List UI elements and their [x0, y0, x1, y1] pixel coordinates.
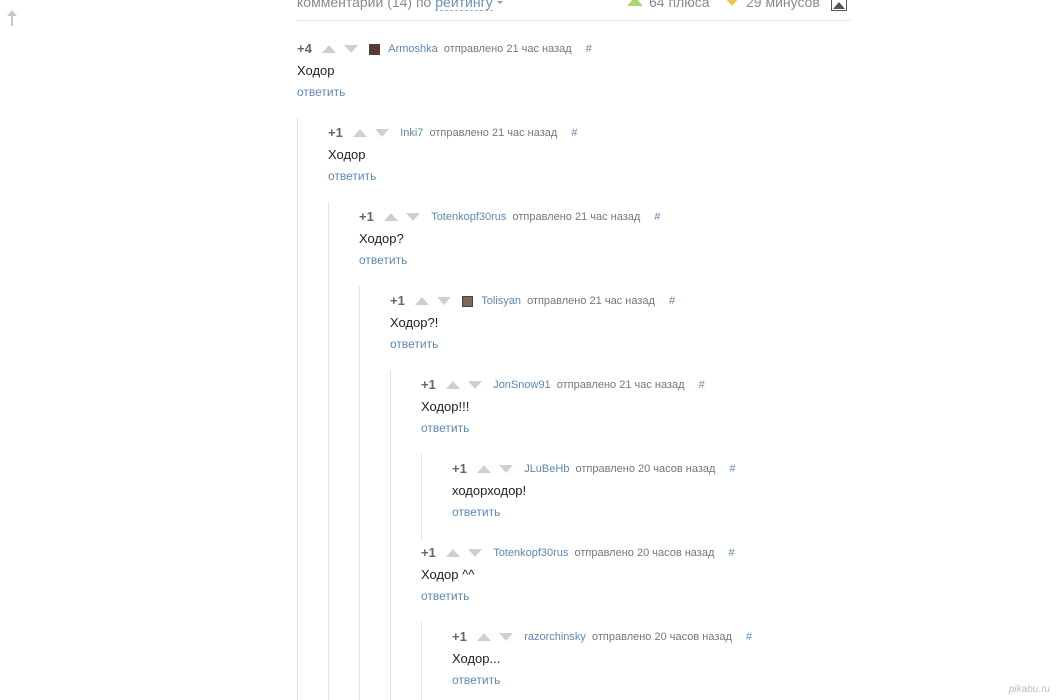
reply-link[interactable]: ответить [452, 672, 752, 688]
reply-link[interactable]: ответить [297, 84, 592, 100]
vote-up-icon[interactable] [415, 297, 430, 306]
comment-permalink[interactable]: # [586, 41, 592, 57]
comment: +1 Inki7 отправлено 21 час назад # Ходор… [328, 125, 578, 184]
minuses-counter: 29 минусов [724, 0, 820, 10]
vote-down-icon[interactable] [468, 381, 483, 390]
comment-timestamp: отправлено 20 часов назад [574, 547, 715, 560]
comment-text: Ходор!!! [421, 399, 470, 414]
comment-rating: +1 [328, 125, 343, 141]
comment-rating: +1 [452, 629, 467, 645]
thread-line [421, 622, 422, 700]
comment-author[interactable]: Inki7 [400, 125, 423, 141]
comment: +1 razorchinsky отправлено 20 часов наза… [452, 629, 752, 688]
comment: +1 JLuBeHb отправлено 20 часов назад # х… [452, 461, 736, 520]
reply-link[interactable]: ответить [421, 420, 705, 436]
reply-link[interactable]: ответить [359, 252, 660, 268]
vote-up-icon[interactable] [477, 465, 492, 474]
comment-timestamp: отправлено 20 часов назад [592, 631, 732, 644]
vote-up-icon[interactable] [353, 129, 368, 138]
comment-timestamp: отправлено 21 час назад [429, 127, 558, 140]
comment-rating: +1 [452, 461, 467, 477]
vote-down-icon[interactable] [499, 465, 514, 474]
comment-timestamp: отправлено 21 час назад [443, 43, 572, 56]
pluses-counter: 64 плюса [627, 0, 710, 10]
reply-link[interactable]: ответить [390, 336, 675, 352]
avatar-icon[interactable] [462, 295, 474, 307]
comment-rating: +1 [390, 293, 405, 309]
vote-down-icon[interactable] [344, 45, 359, 54]
reply-link[interactable]: ответить [421, 588, 735, 604]
arrow-shaft [11, 15, 13, 26]
vote-up-icon[interactable] [446, 549, 461, 558]
minus-triangle-icon [724, 0, 740, 6]
comment: +1 Totenkopf30rus отправлено 20 часов на… [421, 545, 735, 604]
chevron-down-icon[interactable] [496, 1, 503, 4]
comment-author[interactable]: JonSnow91 [493, 377, 551, 393]
pluses-label: 64 плюса [649, 0, 710, 10]
vote-down-icon[interactable] [375, 129, 390, 138]
comment-text: Ходор... [452, 651, 501, 666]
comment-permalink[interactable]: # [746, 629, 752, 645]
reply-link[interactable]: ответить [328, 168, 578, 184]
comment-rating: +4 [297, 41, 312, 57]
vote-down-icon[interactable] [468, 549, 483, 558]
comment-permalink[interactable]: # [669, 293, 675, 309]
comments-sort: комментарии (14) по рейтингу [297, 0, 503, 11]
comment-rating: +1 [421, 377, 436, 393]
comment-timestamp: отправлено 20 часов назад [575, 463, 716, 476]
plus-triangle-icon [627, 0, 643, 6]
comment-text: ходорходор! [452, 483, 527, 498]
comment-permalink[interactable]: # [730, 461, 736, 477]
comment-permalink[interactable]: # [728, 545, 734, 561]
comment-author[interactable]: Armoshka [388, 41, 438, 57]
comment-author[interactable]: JLuBeHb [524, 461, 569, 477]
comment: +4 Armoshka отправлено 21 час назад # Хо… [297, 41, 592, 100]
thread-line [359, 286, 360, 700]
comment: +1 Tolisyan отправлено 21 час назад # Хо… [390, 293, 675, 352]
thread-line [328, 202, 329, 700]
vote-down-icon[interactable] [406, 213, 421, 222]
comment-text: Ходор? [359, 231, 404, 246]
reply-link[interactable]: ответить [452, 504, 736, 520]
comment-text: Ходор?! [390, 315, 439, 330]
comment-permalink[interactable]: # [654, 209, 660, 225]
thread-line [421, 454, 422, 540]
comment-timestamp: отправлено 21 час назад [512, 211, 641, 224]
watermark: pikabu.ru [1008, 684, 1050, 695]
vote-down-icon[interactable] [499, 633, 514, 642]
vote-up-icon[interactable] [446, 381, 461, 390]
comment-rating: +1 [421, 545, 436, 561]
comment-text: Ходор [297, 63, 335, 78]
comment-permalink[interactable]: # [571, 125, 577, 141]
comment-author[interactable]: razorchinsky [524, 629, 586, 645]
comment-timestamp: отправлено 21 час назад [556, 379, 685, 392]
comment-author[interactable]: Totenkopf30rus [431, 209, 506, 225]
minuses-label: 29 минусов [746, 0, 820, 10]
comment-text: Ходор [328, 147, 366, 162]
image-icon[interactable] [831, 0, 847, 11]
comment: +1 JonSnow91 отправлено 21 час назад # Х… [421, 377, 705, 436]
vote-up-icon[interactable] [322, 45, 337, 54]
thread-line [297, 118, 298, 700]
scroll-top-arrow-icon[interactable] [7, 10, 17, 26]
vote-down-icon[interactable] [437, 297, 452, 306]
comment-author[interactable]: Tolisyan [481, 293, 521, 309]
comment-author[interactable]: Totenkopf30rus [493, 545, 568, 561]
comments-header: комментарии (14) по рейтингу 64 плюса 29… [297, 0, 851, 21]
comment-text: Ходор ^^ [421, 567, 475, 582]
vote-up-icon[interactable] [477, 633, 492, 642]
thread-line [390, 370, 391, 700]
sort-dropdown[interactable]: рейтингу [435, 0, 493, 11]
comment-timestamp: отправлено 21 час назад [527, 295, 655, 308]
comment-rating: +1 [359, 209, 374, 225]
comment: +1 Totenkopf30rus отправлено 21 час наза… [359, 209, 660, 268]
comments-count-label: комментарии (14) по [297, 0, 432, 10]
comment-permalink[interactable]: # [699, 377, 705, 393]
vote-up-icon[interactable] [384, 213, 399, 222]
avatar-icon[interactable] [369, 43, 381, 55]
